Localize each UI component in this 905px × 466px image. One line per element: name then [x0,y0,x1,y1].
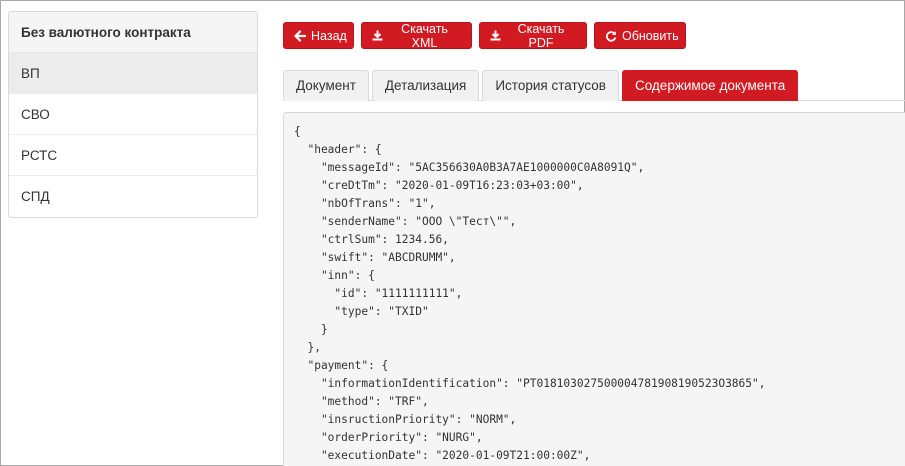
code-line: }, [294,341,321,354]
sidebar-item-vp[interactable]: ВП [9,53,257,94]
sidebar-item-svo[interactable]: СВО [9,94,257,135]
refresh-button[interactable]: Обновить [594,22,686,49]
refresh-icon [605,30,617,42]
tab-details[interactable]: Детализация [371,70,480,101]
document-content-panel: { "header": { "messageId": "5AC356630A0B… [283,112,905,466]
sidebar: Без валютного контракта ВП СВО РСТС СПД [8,11,258,218]
code-line: "creDtTm": "2020-01-09T16:23:03+03:00", [294,179,584,192]
code-line: "type": "TXID" [294,305,429,318]
download-icon [490,30,501,41]
code-line: "orderPriority": "NURG", [294,431,483,444]
arrow-left-icon [294,29,306,42]
tab-bar: Документ Детализация История статусов Со… [283,70,905,101]
code-line: "messageId": "5AC356630A0B3A7AE1000000C0… [294,161,645,174]
code-line: "insructionPriority": "NORM", [294,413,517,426]
download-xml-button[interactable]: Скачать XML [361,21,472,50]
refresh-button-label: Обновить [622,28,679,43]
sidebar-item-spd[interactable]: СПД [9,176,257,217]
code-line: "executionDate": "2020-01-09T21:00:00Z", [294,449,591,462]
code-line: { [294,125,301,138]
code-line: "method": "TRF", [294,395,429,408]
code-line: "senderName": "ООО \"Тест\"", [294,215,517,228]
tab-document[interactable]: Документ [283,70,369,101]
code-line: "informationIdentification": "PT01810302… [294,377,766,390]
download-pdf-label: Скачать PDF [517,21,565,50]
download-pdf-button[interactable]: Скачать PDF [479,21,587,50]
tab-document-content[interactable]: Содержимое документа [621,70,799,101]
code-line: "id": "1111111111", [294,287,463,300]
download-icon [372,30,383,41]
code-line: "payment": { [294,359,389,372]
code-line: "ctrlSum": 1234.56, [294,233,449,246]
download-xml-label: Скачать XML [401,21,448,50]
toolbar: Назад Скачать XML Скачать PDF Обновить [283,21,693,50]
back-button[interactable]: Назад [283,22,354,49]
sidebar-header: Без валютного контракта [9,12,257,53]
code-line: "inn": { [294,269,375,282]
code-line: "swift": "ABCDRUMM", [294,251,456,264]
code-line: "nbOfTrans": "1", [294,197,436,210]
code-line: } [294,323,328,336]
tab-status-history[interactable]: История статусов [482,70,619,101]
code-line: "header": { [294,143,382,156]
sidebar-item-rsts[interactable]: РСТС [9,135,257,176]
back-button-label: Назад [311,28,347,43]
